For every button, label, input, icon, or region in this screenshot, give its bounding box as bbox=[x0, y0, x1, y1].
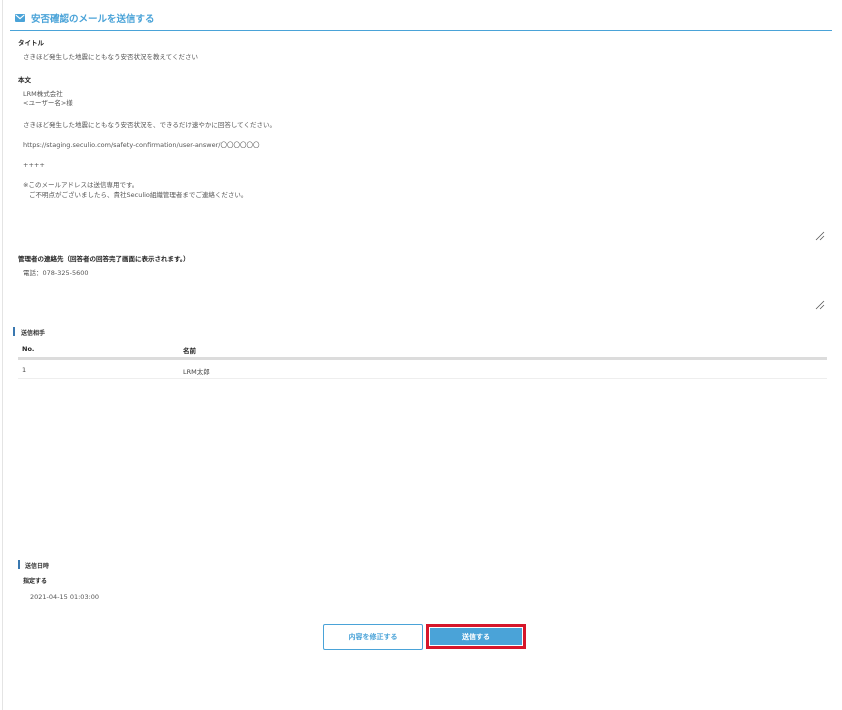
title-field-label: タイトル bbox=[18, 39, 44, 47]
row-divider bbox=[18, 378, 827, 379]
body-line: ++++ bbox=[23, 161, 45, 169]
recipients-section-title: 送信相手 bbox=[21, 330, 46, 337]
schedule-mode-label: 指定する bbox=[23, 578, 48, 585]
send-button-highlight: 送信する bbox=[426, 624, 526, 649]
mail-icon bbox=[15, 14, 25, 22]
contact-field-value[interactable]: 電話：078-325-5600 bbox=[23, 268, 89, 278]
title-field-value[interactable]: さきほど発生した地震にともなう安否状況を教えてください bbox=[23, 52, 198, 62]
resize-handle-icon[interactable] bbox=[815, 300, 825, 310]
edit-content-button[interactable]: 内容を修正する bbox=[323, 624, 423, 650]
page-header: 安否確認のメールを送信する bbox=[10, 9, 832, 31]
body-line: さきほど発生した地震にともなう安否状況を、できるだけ速やかに回答してください。 bbox=[23, 121, 276, 129]
schedule-section-title: 送信日時 bbox=[25, 563, 50, 570]
page-title: 安否確認のメールを送信する bbox=[31, 14, 155, 25]
body-line: https://staging.seculio.com/safety-confi… bbox=[23, 141, 260, 149]
body-line: <ユーザー名>様 bbox=[23, 99, 73, 107]
section-marker bbox=[18, 560, 20, 569]
row-no: 1 bbox=[22, 366, 27, 374]
row-name: LRM太郎 bbox=[183, 368, 210, 376]
schedule-datetime: 2021-04-15 01:03:00 bbox=[30, 593, 100, 601]
send-button[interactable]: 送信する bbox=[429, 627, 523, 646]
body-line: ※このメールアドレスは送信専用です。 bbox=[23, 181, 139, 189]
resize-handle-icon[interactable] bbox=[815, 231, 825, 241]
section-marker bbox=[13, 327, 15, 336]
page-frame bbox=[2, 0, 840, 710]
column-header-name: 名前 bbox=[183, 347, 196, 355]
body-line: ご不明点がございましたら、貴社Seculio組織管理者までご連絡ください。 bbox=[29, 191, 248, 199]
body-field-label: 本文 bbox=[18, 76, 31, 84]
column-header-no: No. bbox=[22, 345, 35, 353]
contact-field-label: 管理者の連絡先（回答者の回答完了画面に表示されます。） bbox=[18, 255, 190, 263]
table-header-divider bbox=[18, 357, 827, 360]
